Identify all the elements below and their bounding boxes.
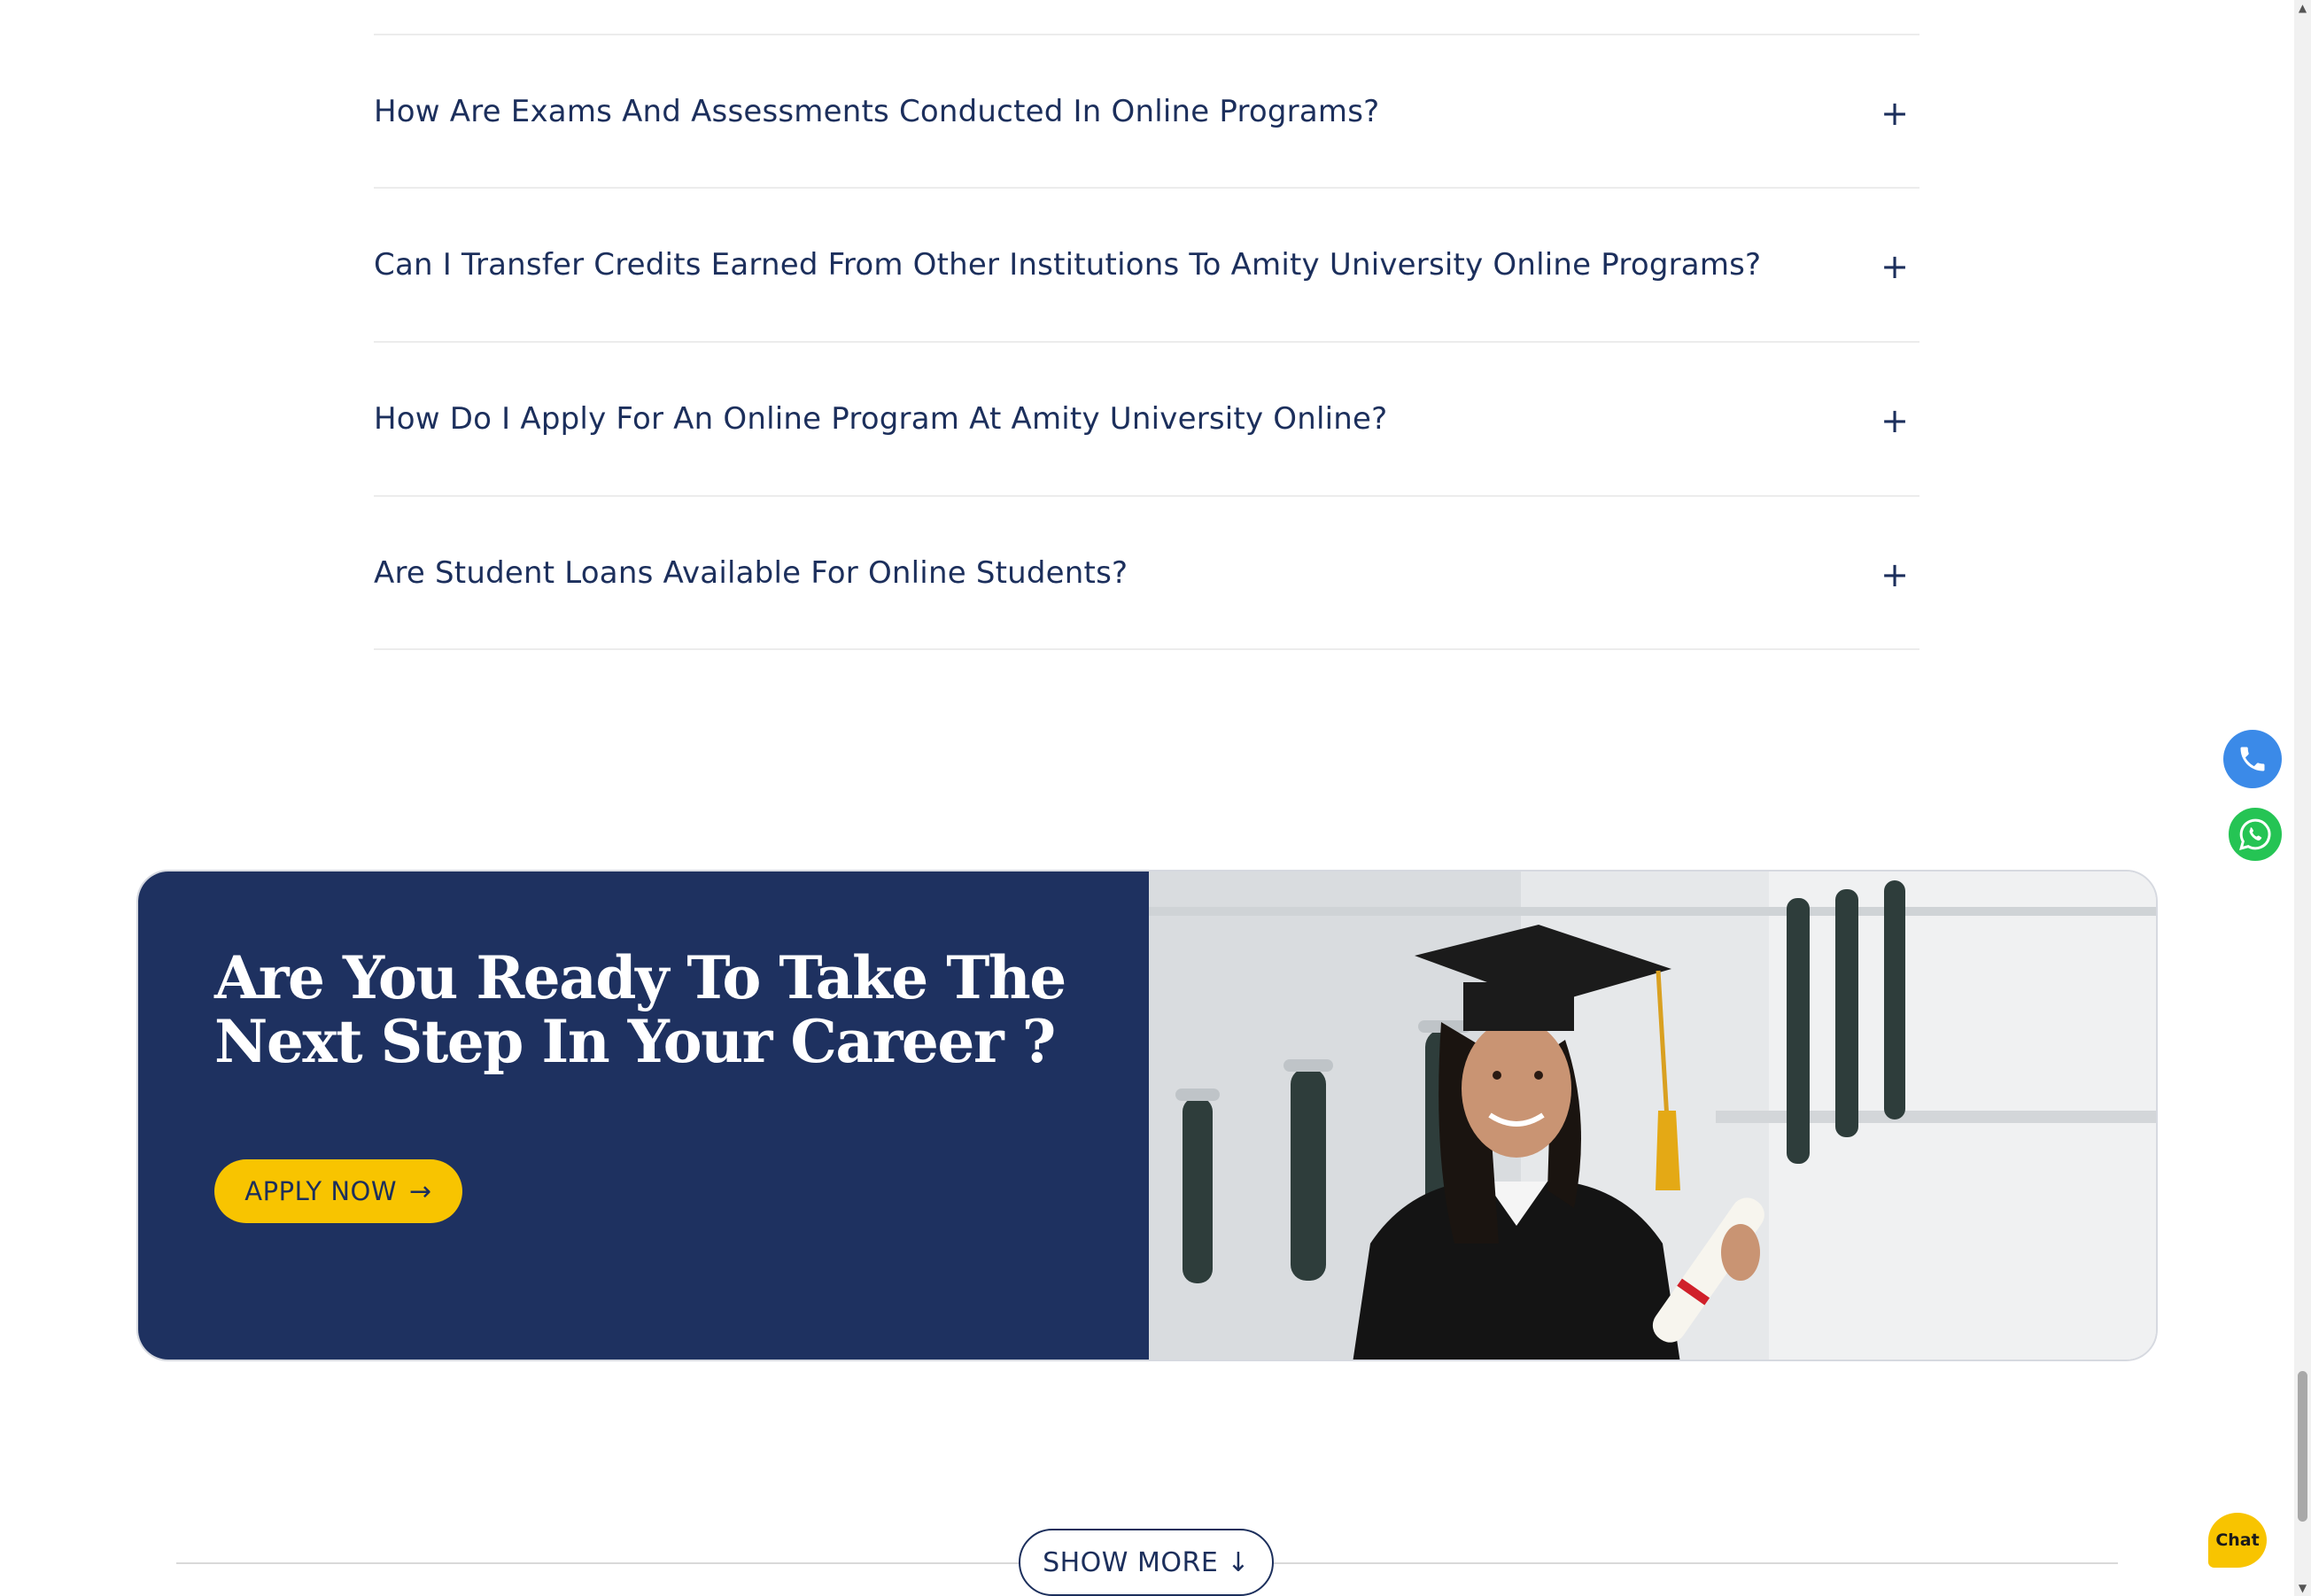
faq-question: How Are Exams And Assessments Conducted …	[374, 94, 1380, 129]
arrow-right-icon: →	[409, 1175, 432, 1207]
plus-icon[interactable]: +	[1881, 250, 1909, 283]
faq-item-apply[interactable]: How Do I Apply For An Online Program At …	[374, 343, 1919, 495]
apply-now-label: APPLY NOW	[244, 1176, 398, 1206]
scrollbar-thumb[interactable]	[2298, 1371, 2307, 1522]
faq-item-transfer-credits[interactable]: Can I Transfer Credits Earned From Other…	[374, 189, 1919, 341]
cta-banner: Are You Ready To Take The Next Step In Y…	[136, 870, 2158, 1361]
show-more-button[interactable]: SHOW MORE ↓	[1019, 1529, 1274, 1596]
scroll-down-arrow-icon[interactable]: ▼	[2294, 1580, 2311, 1596]
chat-label: Chat	[2215, 1530, 2260, 1550]
chat-button[interactable]: Chat	[2208, 1513, 2267, 1568]
whatsapp-button[interactable]	[2226, 805, 2284, 864]
faq-question: How Do I Apply For An Online Program At …	[374, 401, 1388, 437]
faq-divider	[374, 648, 1919, 650]
faq-question: Can I Transfer Credits Earned From Other…	[374, 247, 1762, 283]
faq-question: Are Student Loans Available For Online S…	[374, 555, 1128, 591]
graduate-illustration	[1149, 872, 2156, 1360]
faq-item-student-loans[interactable]: Are Student Loans Available For Online S…	[374, 497, 1919, 649]
arrow-down-icon: ↓	[1227, 1546, 1250, 1578]
scroll-up-arrow-icon[interactable]: ▲	[2294, 0, 2311, 16]
cta-text-panel: Are You Ready To Take The Next Step In Y…	[138, 872, 1149, 1360]
whatsapp-icon	[2239, 818, 2271, 850]
phone-button[interactable]	[2223, 730, 2282, 788]
plus-icon[interactable]: +	[1881, 97, 1909, 130]
show-more-label: SHOW MORE	[1043, 1546, 1219, 1578]
page-scrollbar[interactable]: ▲ ▼	[2294, 0, 2311, 1596]
faq-item-exams[interactable]: How Are Exams And Assessments Conducted …	[374, 35, 1919, 188]
apply-now-button[interactable]: APPLY NOW →	[214, 1159, 462, 1223]
phone-icon	[2240, 747, 2265, 771]
cta-title: Are You Ready To Take The Next Step In Y…	[214, 943, 1066, 1076]
page: How Are Exams And Assessments Conducted …	[0, 0, 2311, 1596]
graduate-photo	[1149, 872, 2156, 1360]
plus-icon[interactable]: +	[1881, 404, 1909, 438]
plus-icon[interactable]: +	[1881, 558, 1909, 592]
